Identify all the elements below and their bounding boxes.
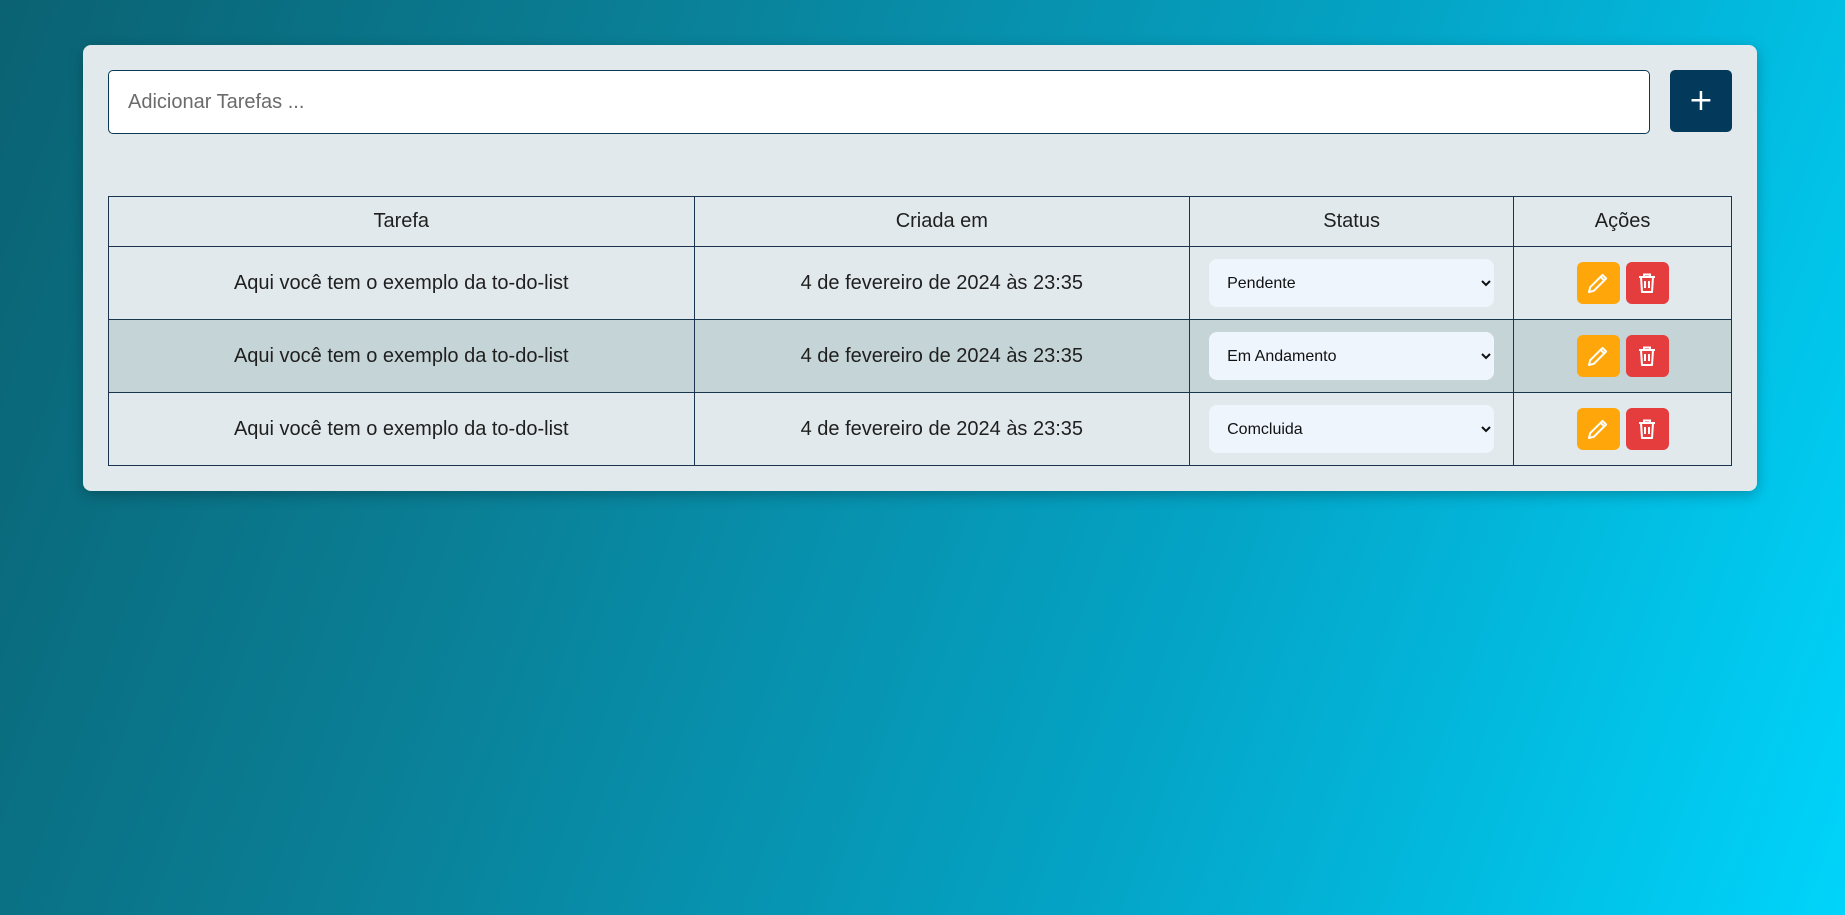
task-actions <box>1514 335 1731 377</box>
edit-button[interactable] <box>1576 408 1620 450</box>
task-actions-cell <box>1513 246 1732 320</box>
pencil-icon <box>1586 417 1610 441</box>
add-task-input[interactable] <box>108 70 1650 134</box>
table-row: Aqui você tem o exemplo da to-do-list 4 … <box>108 392 1732 466</box>
table-header-row: Tarefa Criada em Status Ações <box>108 196 1732 247</box>
todo-card: + Tarefa Criada em Status Ações Aqui voc… <box>83 45 1757 491</box>
status-select[interactable]: Pendente <box>1209 259 1495 307</box>
trash-icon <box>1635 271 1659 295</box>
tasks-table: Tarefa Criada em Status Ações Aqui você … <box>108 196 1732 466</box>
delete-button[interactable] <box>1625 408 1669 450</box>
task-created-date: 4 de fevereiro de 2024 às 23:35 <box>693 392 1191 466</box>
add-task-bar: + <box>108 70 1732 134</box>
task-actions <box>1514 262 1731 304</box>
task-actions-cell <box>1513 319 1732 393</box>
task-actions-cell <box>1513 392 1732 466</box>
table-row: Aqui você tem o exemplo da to-do-list 4 … <box>108 246 1732 320</box>
pencil-icon <box>1586 344 1610 368</box>
task-created-date: 4 de fevereiro de 2024 às 23:35 <box>693 319 1191 393</box>
header-status: Status <box>1189 196 1515 247</box>
pencil-icon <box>1586 271 1610 295</box>
table-row: Aqui você tem o exemplo da to-do-list 4 … <box>108 319 1732 393</box>
trash-icon <box>1635 417 1659 441</box>
header-task: Tarefa <box>108 196 695 247</box>
task-actions <box>1514 408 1731 450</box>
task-status-cell: Comcluida <box>1189 392 1515 466</box>
delete-button[interactable] <box>1625 262 1669 304</box>
add-task-button[interactable]: + <box>1670 70 1732 132</box>
task-name: Aqui você tem o exemplo da to-do-list <box>108 319 695 393</box>
status-select[interactable]: Comcluida <box>1209 405 1495 453</box>
task-name: Aqui você tem o exemplo da to-do-list <box>108 392 695 466</box>
edit-button[interactable] <box>1576 262 1620 304</box>
header-actions: Ações <box>1513 196 1732 247</box>
trash-icon <box>1635 344 1659 368</box>
status-select[interactable]: Em Andamento <box>1209 332 1495 380</box>
delete-button[interactable] <box>1625 335 1669 377</box>
edit-button[interactable] <box>1576 335 1620 377</box>
header-created: Criada em <box>693 196 1191 247</box>
task-status-cell: Em Andamento <box>1189 319 1515 393</box>
task-status-cell: Pendente <box>1189 246 1515 320</box>
task-created-date: 4 de fevereiro de 2024 às 23:35 <box>693 246 1191 320</box>
task-name: Aqui você tem o exemplo da to-do-list <box>108 246 695 320</box>
